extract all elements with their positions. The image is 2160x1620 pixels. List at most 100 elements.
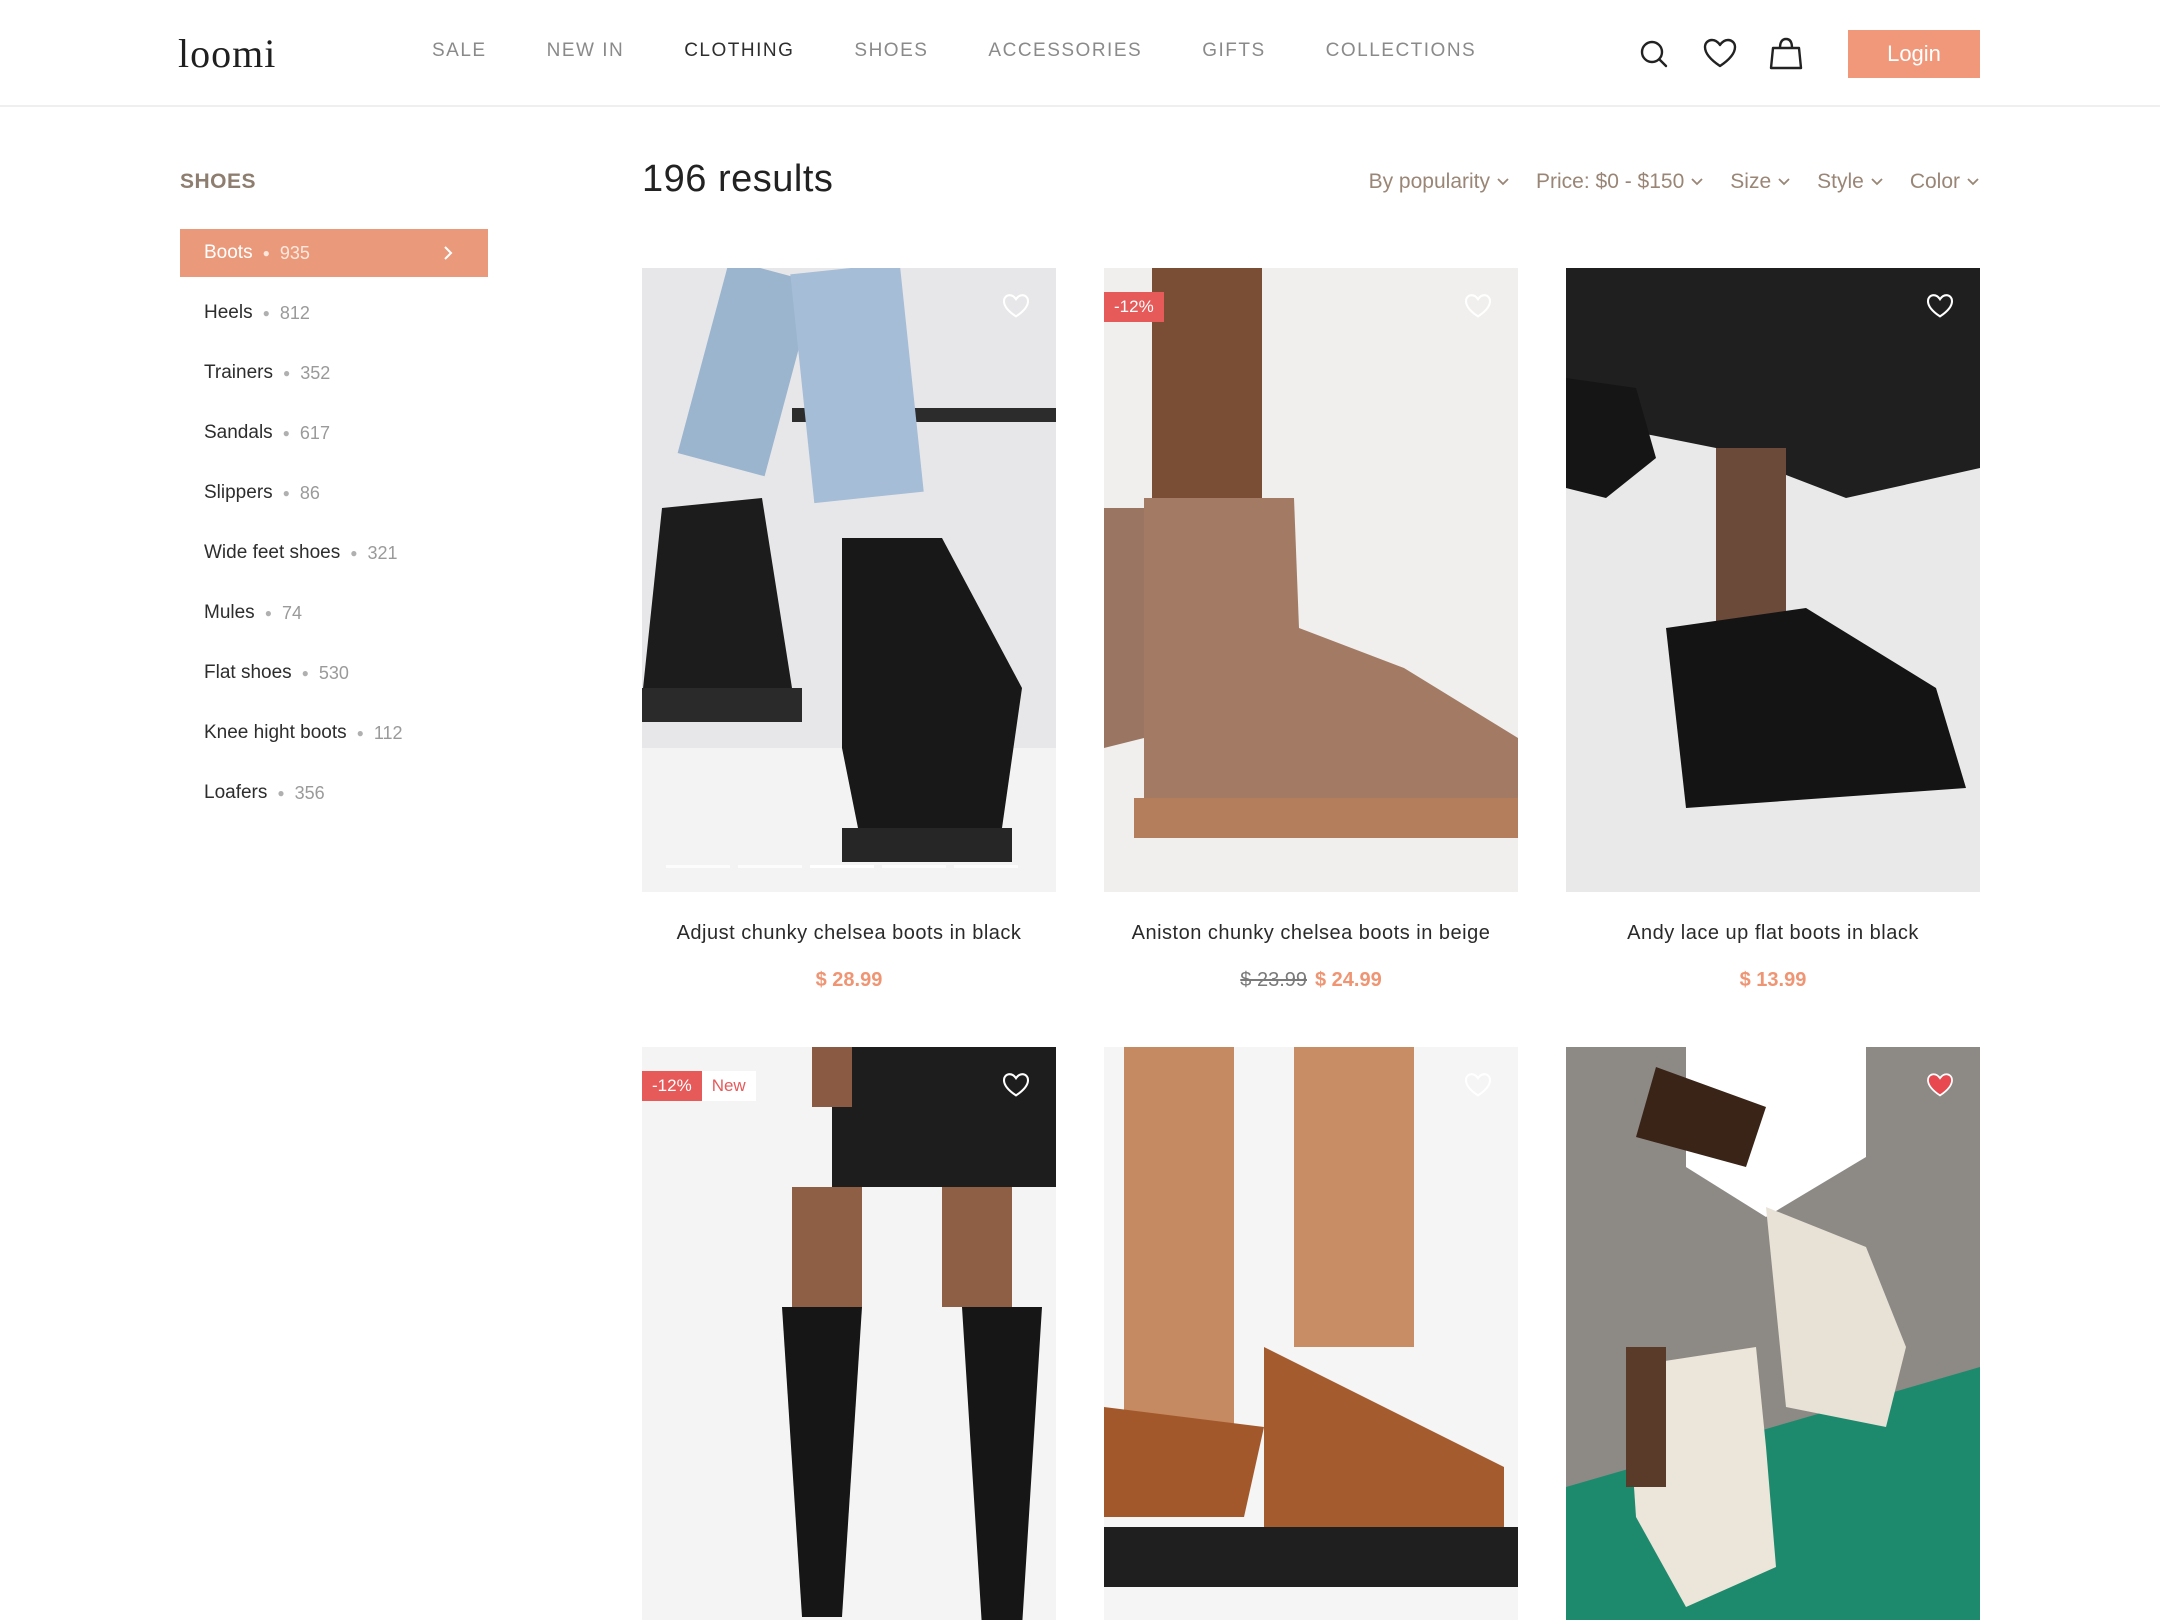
main-nav: SALE NEW IN CLOTHING SHOES ACCESSORIES G… [432,40,1536,62]
carousel-dot[interactable] [738,865,802,868]
separator-dot: ● [350,546,358,560]
sidebar-item-trainers[interactable]: Trainers ● 352 [180,349,488,397]
sidebar-item-count: 935 [279,242,310,263]
product-image[interactable] [642,268,1056,892]
filter-bar: By popularity Price: $0 - $150 Size Styl… [1343,170,1980,194]
product-image[interactable]: -12% New [642,1047,1056,1620]
carousel-dot[interactable] [666,865,730,868]
color-dropdown[interactable]: Color [1910,170,1980,194]
sidebar-item-label: Boots [204,242,253,263]
product-price: $ 28.99 [642,969,1056,992]
nav-sale[interactable]: SALE [432,40,487,62]
wishlist-heart-icon[interactable] [1924,1069,1956,1101]
product-photo [642,1047,1056,1620]
new-badge: New [701,1071,756,1101]
sidebar-item-label: Loafers [204,782,268,803]
wishlist-heart-icon[interactable] [1462,290,1494,322]
wishlist-heart-icon[interactable] [1924,290,1956,322]
product-photo [1566,1047,1980,1620]
product-name[interactable]: Andy lace up flat boots in black [1566,922,1980,945]
discount-badge: -12% [1104,292,1164,322]
filter-label: Style [1817,170,1864,193]
sidebar-item-slippers[interactable]: Slippers ● 86 [180,469,488,517]
sidebar-item-label: Heels [204,302,253,323]
separator-dot: ● [282,366,291,380]
image-carousel-dots[interactable] [666,865,1026,868]
logo[interactable]: loomi [178,30,276,77]
sidebar-item-label: Mules [204,602,255,623]
chevron-right-icon [444,246,453,260]
product-photo [1104,1047,1518,1620]
product-old-price: $ 23.99 [1240,969,1307,991]
nav-accessories[interactable]: ACCESSORIES [988,40,1142,62]
chevron-down-icon [1497,178,1509,186]
wishlist-heart-icon[interactable] [1000,290,1032,322]
size-dropdown[interactable]: Size [1730,170,1791,194]
product-image[interactable] [1104,1047,1518,1620]
product-card[interactable] [1104,1047,1518,1620]
price-dropdown[interactable]: Price: $0 - $150 [1536,170,1704,194]
chevron-down-icon [1871,178,1883,186]
sort-dropdown[interactable]: By popularity [1369,170,1510,194]
chevron-down-icon [1778,178,1790,186]
product-photo [1566,268,1980,892]
product-name[interactable]: Aniston chunky chelsea boots in beige [1104,922,1518,945]
sidebar-item-count: 321 [367,542,398,563]
sidebar-item-label: Wide feet shoes [204,542,341,563]
carousel-dot[interactable] [810,865,874,868]
filter-label: Color [1909,170,1960,193]
sidebar-title: SHOES [180,170,257,193]
nav-gifts[interactable]: GIFTS [1202,40,1265,62]
separator-dot: ● [301,666,309,680]
sidebar-item-mules[interactable]: Mules ● 74 [180,589,488,637]
chevron-down-icon [1967,178,1979,186]
category-list: Boots ● 935 Heels ● 812 Trainers ● 352 Sandals… [180,229,488,829]
heart-icon[interactable] [1700,34,1740,74]
sidebar-item-count: 74 [281,602,302,623]
sidebar-item-flat-shoes[interactable]: Flat shoes ● 530 [180,649,488,697]
bag-icon[interactable] [1766,34,1806,74]
nav-shoes[interactable]: SHOES [854,40,928,62]
product-current-price: $ 28.99 [815,969,883,991]
sidebar-item-heels[interactable]: Heels ● 812 [180,289,488,337]
product-name[interactable]: Adjust chunky chelsea boots in black [642,922,1056,945]
separator-dot: ● [277,786,285,800]
separator-dot: ● [282,426,290,440]
sidebar-item-label: Trainers [204,362,273,383]
carousel-dot[interactable] [954,865,1018,868]
product-badges: -12% [1104,292,1164,322]
product-card[interactable]: -12% Aniston chunky chelsea boots in bei… [1104,268,1518,992]
nav-new-in[interactable]: NEW IN [547,40,625,62]
sidebar-item-wide-feet-shoes[interactable]: Wide feet shoes ● 321 [180,529,488,577]
sidebar-item-sandals[interactable]: Sandals ● 617 [180,409,488,457]
sidebar-item-boots[interactable]: Boots ● 935 [180,229,488,277]
product-photo [1104,268,1518,892]
sidebar-item-count: 617 [299,422,330,443]
style-dropdown[interactable]: Style [1817,170,1884,194]
carousel-dot[interactable] [882,865,946,868]
search-icon[interactable] [1634,34,1674,74]
nav-collections[interactable]: COLLECTIONS [1326,40,1477,62]
product-card[interactable]: Andy lace up flat boots in black $ 13.99 [1566,268,1980,992]
product-image[interactable] [1566,1047,1980,1620]
login-button[interactable]: Login [1848,30,1980,78]
wishlist-heart-icon[interactable] [1000,1069,1032,1101]
chevron-down-icon [1691,178,1703,186]
sidebar-item-label: Knee hight boots [204,722,347,743]
wishlist-heart-icon[interactable] [1462,1069,1494,1101]
separator-dot: ● [282,486,290,500]
product-image[interactable] [1566,268,1980,892]
results-count: 196 results [642,158,834,200]
nav-clothing[interactable]: CLOTHING [684,40,794,62]
discount-badge: -12% [642,1071,702,1101]
product-card[interactable]: -12% New [642,1047,1056,1620]
separator-dot: ● [262,246,270,260]
product-card[interactable]: Adjust chunky chelsea boots in black $ 2… [642,268,1056,992]
site-header: loomi SALE NEW IN CLOTHING SHOES ACCESSO… [0,0,2160,107]
product-card[interactable] [1566,1047,1980,1620]
sidebar-item-count: 352 [300,362,331,383]
product-image[interactable]: -12% [1104,268,1518,892]
sidebar-item-knee-high-boots[interactable]: Knee hight boots ● 112 [180,709,488,757]
sidebar-item-label: Slippers [204,482,273,503]
sidebar-item-loafers[interactable]: Loafers ● 356 [180,769,488,817]
